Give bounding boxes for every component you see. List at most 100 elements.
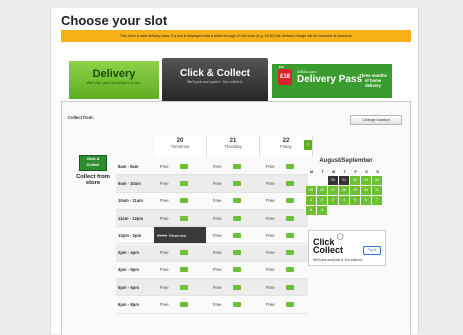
- change-location-button[interactable]: Change location: [350, 115, 402, 125]
- slot-cell[interactable]: Free: [260, 279, 312, 295]
- calendar-day[interactable]: 22: [350, 176, 360, 185]
- calendar-day[interactable]: 1: [306, 196, 316, 205]
- slot-cell[interactable]: Free: [260, 210, 312, 226]
- select-slot-icon[interactable]: [180, 302, 188, 308]
- select-slot-icon[interactable]: [233, 267, 241, 273]
- slot-cell[interactable]: Free: [154, 296, 206, 312]
- select-slot-icon[interactable]: [180, 215, 188, 221]
- calendar-day[interactable]: 9: [317, 206, 327, 215]
- slot-cell[interactable]: Free: [154, 245, 206, 261]
- weekday-label: S: [365, 170, 368, 174]
- calendar-title: August/September: [319, 158, 373, 164]
- slot-cell[interactable]: Free: [207, 193, 259, 209]
- slot-cell[interactable]: Free: [207, 227, 259, 243]
- calendar-day[interactable]: 24: [372, 176, 382, 185]
- delivery-pass-banner[interactable]: £24 £18 ASDA.com Delivery Pass Three mon…: [272, 64, 392, 98]
- calendar-day[interactable]: 8: [306, 206, 316, 215]
- slot-cell[interactable]: Free: [260, 245, 312, 261]
- select-slot-icon[interactable]: [233, 215, 241, 221]
- new-price: £18: [279, 74, 290, 80]
- slot-cell[interactable]: Free: [207, 262, 259, 278]
- logo-line2: Collect: [86, 163, 100, 167]
- calendar-day[interactable]: 25: [306, 186, 316, 195]
- calendar-day[interactable]: 7: [372, 196, 382, 205]
- select-slot-icon[interactable]: [233, 302, 241, 308]
- slot-cell[interactable]: Free: [260, 158, 312, 174]
- slot-cell[interactable]: Free: [207, 245, 259, 261]
- calendar-day[interactable]: 3: [328, 196, 338, 205]
- calendar-day[interactable]: 28: [339, 186, 349, 195]
- click-collect-logo: Click & Collect: [79, 155, 107, 171]
- select-slot-icon[interactable]: [233, 232, 241, 238]
- select-slot-icon[interactable]: [233, 250, 241, 256]
- day-name: Tomorrow: [170, 144, 190, 149]
- select-slot-icon[interactable]: [233, 180, 241, 186]
- calendar-day[interactable]: 29: [350, 186, 360, 195]
- calendar-day[interactable]: 2: [317, 196, 327, 205]
- promo-subtitle: We'll pick and pack it. You collect it.: [313, 258, 363, 262]
- slot-price: Free: [160, 250, 169, 256]
- select-slot-icon[interactable]: [180, 250, 188, 256]
- next-days-button[interactable]: ›: [304, 140, 312, 150]
- select-slot-icon[interactable]: [233, 163, 241, 169]
- select-slot-icon[interactable]: [286, 163, 294, 169]
- slot-cell[interactable]: Free: [154, 262, 206, 278]
- calendar-day[interactable]: 5: [350, 196, 360, 205]
- select-slot-icon[interactable]: [180, 163, 188, 169]
- select-slot-icon[interactable]: [286, 302, 294, 308]
- slot-price: Free: [160, 302, 169, 308]
- slot-cell[interactable]: Free: [207, 296, 259, 312]
- calendar-day[interactable]: 4: [339, 196, 349, 205]
- slot-time: 6pm - 8pm: [118, 302, 139, 308]
- slot-cell[interactable]: Free: [207, 279, 259, 295]
- select-slot-icon[interactable]: [180, 198, 188, 204]
- select-slot-icon[interactable]: [233, 198, 241, 204]
- select-slot-icon[interactable]: [286, 267, 294, 273]
- slot-cell[interactable]: Free: [260, 193, 312, 209]
- select-slot-icon[interactable]: [180, 180, 188, 186]
- select-slot-icon[interactable]: [233, 284, 241, 290]
- slot-time: 12pm - 2pm: [118, 232, 142, 238]
- reserved-slot[interactable]: £3.00 Reserved: [154, 227, 206, 244]
- day-name: Thursday: [224, 144, 242, 149]
- slot-price: Free: [213, 198, 222, 204]
- calendar-day[interactable]: 23: [361, 176, 371, 185]
- slot-cell[interactable]: Free: [154, 158, 206, 174]
- tab-click-and-collect[interactable]: Click & Collect We'll pick and pack it. …: [162, 58, 268, 101]
- price-badge: £24 £18: [278, 65, 292, 85]
- calendar-day[interactable]: 20: [328, 176, 338, 185]
- try-it-button[interactable]: Try it: [363, 246, 381, 255]
- slot-cell[interactable]: Free: [260, 262, 312, 278]
- slot-price: Free: [266, 198, 275, 204]
- slot-time: 8am - 9am: [118, 163, 139, 169]
- collect-from-label: Collect from:: [68, 115, 94, 120]
- calendar-day[interactable]: 26: [317, 186, 327, 195]
- slot-cell[interactable]: Free: [207, 158, 259, 174]
- tab-delivery[interactable]: Delivery We'll pick, pack and deliver it…: [69, 61, 159, 99]
- slot-cell[interactable]: Free: [154, 193, 206, 209]
- select-slot-icon[interactable]: [286, 215, 294, 221]
- select-slot-icon[interactable]: [286, 198, 294, 204]
- pass-subtitle: Three months of home delivery: [359, 73, 387, 88]
- slot-cell[interactable]: Free: [260, 175, 312, 191]
- select-slot-icon[interactable]: [286, 180, 294, 186]
- select-slot-icon[interactable]: [286, 284, 294, 290]
- calendar-day[interactable]: 6: [361, 196, 371, 205]
- calendar-day[interactable]: 30: [361, 186, 371, 195]
- slot-cell[interactable]: Free: [207, 175, 259, 191]
- calendar-day[interactable]: 27: [328, 186, 338, 195]
- slot-cell[interactable]: Free: [154, 210, 206, 226]
- old-price: £24: [279, 65, 285, 69]
- slot-cell[interactable]: Free: [154, 279, 206, 295]
- slot-cell[interactable]: Free: [260, 227, 312, 243]
- calendar-day[interactable]: 31: [372, 186, 382, 195]
- slot-cell[interactable]: Free: [260, 296, 312, 312]
- select-slot-icon[interactable]: [180, 284, 188, 290]
- delivery-pass-notice: *You have a valid delivery pass. If a sl…: [61, 30, 411, 42]
- select-slot-icon[interactable]: [286, 250, 294, 256]
- slot-cell[interactable]: Free: [154, 175, 206, 191]
- calendar-day[interactable]: 21: [339, 176, 349, 185]
- select-slot-icon[interactable]: [180, 267, 188, 273]
- select-slot-icon[interactable]: [286, 232, 294, 238]
- slot-cell[interactable]: Free: [207, 210, 259, 226]
